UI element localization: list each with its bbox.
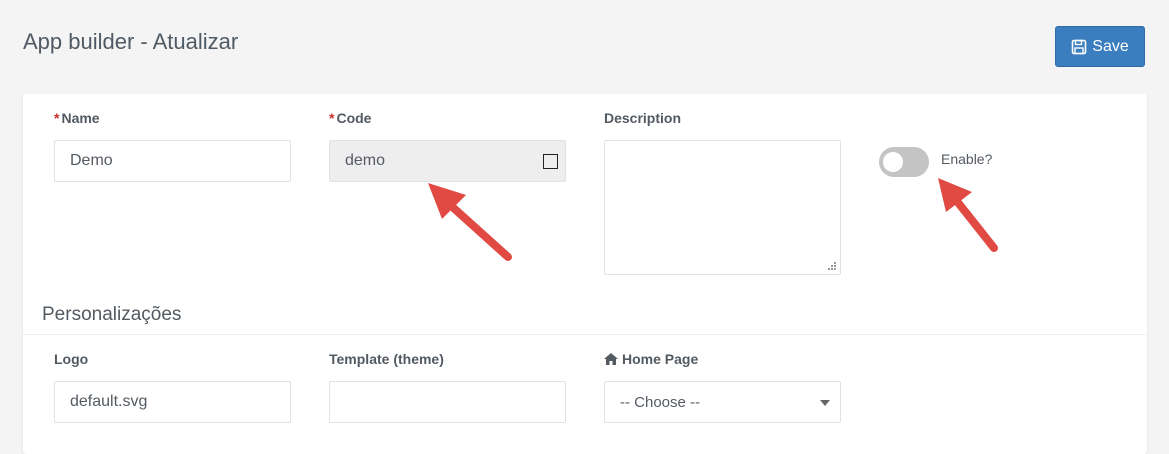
section-divider <box>23 334 1147 335</box>
resize-grip-icon[interactable] <box>827 261 837 271</box>
logo-label: Logo <box>54 351 88 367</box>
save-button[interactable]: Save <box>1055 26 1145 67</box>
form-card: * Name Demo * Code demo Description Enab… <box>23 94 1147 454</box>
code-label: * Code <box>329 110 371 126</box>
page-title: App builder - Atualizar <box>23 29 239 54</box>
save-icon <box>1071 39 1087 54</box>
save-button-label: Save <box>1092 37 1129 55</box>
checkbox-icon[interactable] <box>543 154 558 169</box>
home-icon <box>604 353 618 365</box>
logo-input-value: default.svg <box>70 393 148 410</box>
chevron-down-icon <box>820 400 830 406</box>
annotation-arrow-icon <box>938 178 998 252</box>
home-page-label: Home Page <box>604 351 698 367</box>
template-label-text: Template (theme) <box>329 351 444 367</box>
template-input[interactable] <box>329 381 566 423</box>
name-input[interactable]: Demo <box>54 140 291 182</box>
enable-label: Enable? <box>941 151 993 167</box>
code-label-text: Code <box>336 110 372 126</box>
description-textarea[interactable] <box>604 140 841 275</box>
logo-label-text: Logo <box>54 351 89 367</box>
home-page-select[interactable]: -- Choose -- <box>604 381 841 423</box>
enable-toggle[interactable] <box>879 147 929 177</box>
annotation-arrow-icon <box>428 183 512 261</box>
required-mark: * <box>329 110 335 126</box>
name-input-value: Demo <box>70 152 113 169</box>
name-label: * Name <box>54 110 100 126</box>
name-label-text: Name <box>61 110 100 126</box>
description-label-text: Description <box>604 110 682 126</box>
section-title: Personalizações <box>42 304 182 325</box>
required-mark: * <box>54 110 60 126</box>
home-page-selected: -- Choose -- <box>620 393 701 411</box>
home-page-label-text: Home Page <box>622 351 699 367</box>
logo-input[interactable]: default.svg <box>54 381 291 423</box>
toggle-knob <box>883 152 903 172</box>
code-input-value: demo <box>345 152 386 169</box>
template-label: Template (theme) <box>329 351 444 367</box>
description-label: Description <box>604 110 681 126</box>
